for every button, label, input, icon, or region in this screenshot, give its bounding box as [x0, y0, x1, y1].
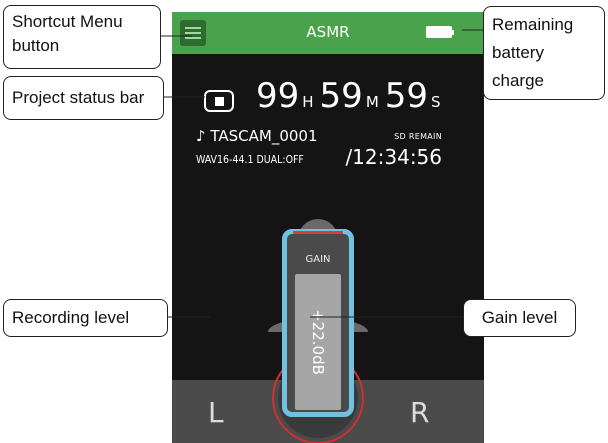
callout-gain-level: Gain level	[463, 299, 576, 337]
callout-remaining-battery: Remaining battery charge	[483, 6, 605, 100]
gain-value: +22.0dB	[309, 309, 327, 375]
callout-recording-level: Recording level	[3, 299, 168, 337]
right-channel-label: R	[410, 396, 430, 429]
callout-shortcut-menu: Shortcut Menu button	[3, 5, 161, 69]
callout-project-status: Project status bar	[3, 76, 164, 120]
gain-level-control[interactable]: GAIN +22.0dB	[282, 229, 354, 417]
peak-indicator	[293, 231, 343, 234]
gain-label: GAIN	[305, 254, 331, 265]
left-channel-label: L	[208, 396, 224, 429]
device-screen: ASMR 99 H 59 M 59 S ♪ TASCAM_0001 WAV16-44.1 …	[172, 12, 484, 443]
gain-display: +22.0dB	[295, 274, 341, 410]
